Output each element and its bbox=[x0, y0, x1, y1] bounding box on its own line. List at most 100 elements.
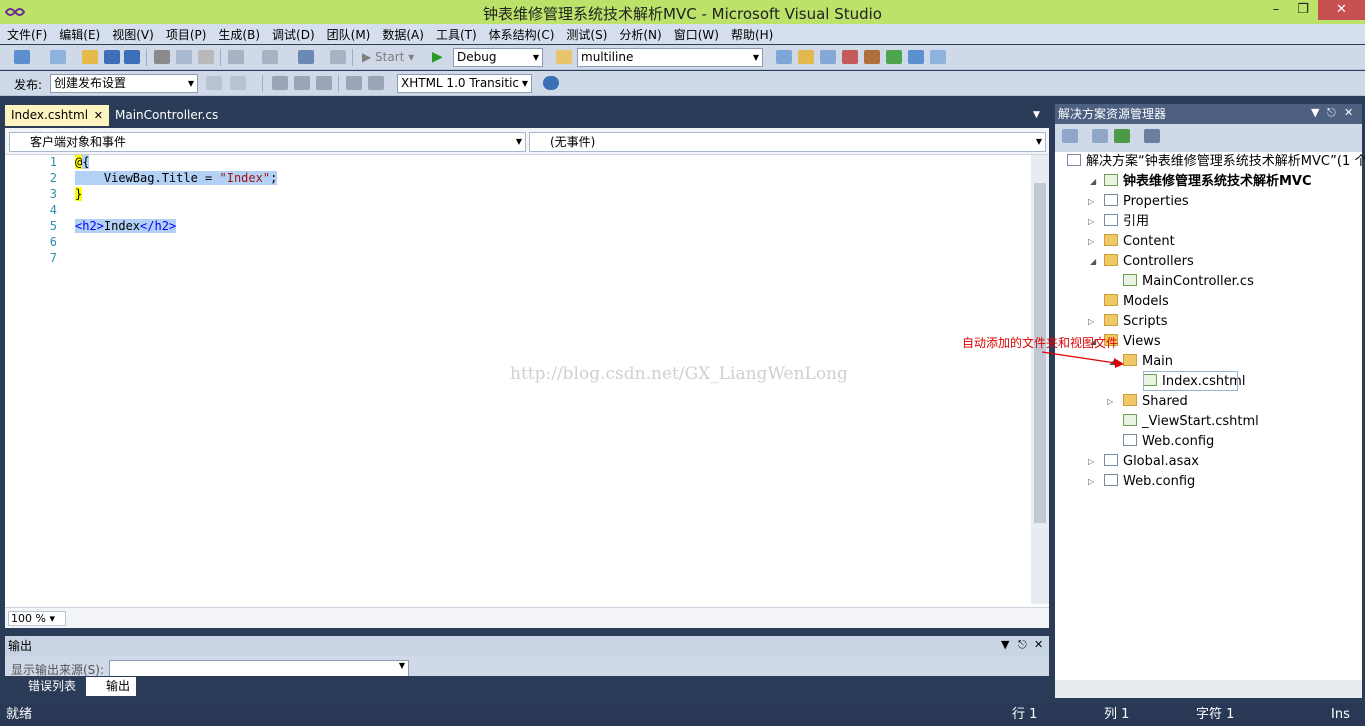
find-combo[interactable]: multiline ▼ bbox=[577, 48, 763, 67]
menu-build[interactable]: 生成(B) bbox=[218, 26, 260, 43]
folder-icon bbox=[1104, 234, 1118, 246]
pin-icon[interactable]: ⎋ bbox=[1327, 106, 1336, 120]
close-panel-icon[interactable]: ✕ bbox=[1344, 106, 1353, 119]
tree-solution[interactable]: 解决方案“钟表维修管理系统技术解析MVC”(1 个项目) bbox=[1067, 152, 1365, 172]
tab-output[interactable]: 输出 bbox=[86, 677, 137, 696]
events-select[interactable]: (无事件) ▼ bbox=[529, 132, 1046, 152]
output-source-select[interactable]: ▼ bbox=[109, 660, 409, 677]
menu-edit[interactable]: 编辑(E) bbox=[59, 26, 100, 43]
menu-debug[interactable]: 调试(D) bbox=[272, 26, 315, 43]
minimize-button[interactable]: – bbox=[1263, 0, 1289, 20]
tree-views-webconfig[interactable]: Web.config bbox=[1123, 432, 1214, 452]
save-icon[interactable] bbox=[104, 50, 120, 64]
run-icon[interactable]: ▶ bbox=[432, 49, 443, 65]
publish-profile-select[interactable]: 创建发布设置 ▼ bbox=[50, 74, 198, 93]
properties-icon[interactable] bbox=[1062, 129, 1078, 143]
new-project-icon[interactable] bbox=[14, 50, 30, 64]
redo-icon[interactable] bbox=[262, 50, 278, 64]
menu-file[interactable]: 文件(F) bbox=[7, 26, 47, 43]
toolbox-icon[interactable] bbox=[776, 50, 792, 64]
show-all-files-icon[interactable] bbox=[1092, 129, 1108, 143]
browser-check-icon[interactable] bbox=[543, 76, 559, 90]
paste-icon[interactable] bbox=[198, 50, 214, 64]
menu-view[interactable]: 视图(V) bbox=[112, 26, 154, 43]
tree-controllers[interactable]: ◢ Controllers bbox=[1090, 252, 1194, 272]
extensions-icon[interactable] bbox=[864, 50, 880, 64]
menu-analyze[interactable]: 分析(N) bbox=[619, 26, 661, 43]
object-browser-icon[interactable] bbox=[820, 50, 836, 64]
menu-team[interactable]: 团队(M) bbox=[327, 26, 371, 43]
tree-global-asax[interactable]: ▷ Global.asax bbox=[1088, 452, 1199, 472]
format-block-icon[interactable] bbox=[272, 76, 288, 90]
panel-menu-icon[interactable]: ▼ bbox=[1311, 106, 1319, 119]
menu-help[interactable]: 帮助(H) bbox=[731, 26, 773, 43]
expand-icon[interactable]: ▷ bbox=[1107, 392, 1113, 412]
expand-icon[interactable]: ▷ bbox=[1088, 472, 1094, 492]
pin-icon[interactable]: ⎋ bbox=[1018, 638, 1027, 652]
menu-project[interactable]: 项目(P) bbox=[166, 26, 207, 43]
tree-properties[interactable]: ▷ Properties bbox=[1088, 192, 1189, 212]
client-objects-select[interactable]: 客户端对象和事件 ▼ bbox=[9, 132, 526, 152]
collapse-icon[interactable]: ◢ bbox=[1090, 252, 1096, 272]
collapse-icon[interactable]: ◢ bbox=[1090, 172, 1096, 192]
solution-explorer-horizontal-scrollbar[interactable] bbox=[1055, 680, 1362, 698]
indent-icon[interactable] bbox=[316, 76, 332, 90]
zoom-select[interactable]: 100 % ▾ bbox=[8, 611, 66, 626]
expand-icon[interactable]: ▷ bbox=[1088, 452, 1094, 472]
navigate-back-icon[interactable] bbox=[298, 50, 314, 64]
menu-architecture[interactable]: 体系结构(C) bbox=[489, 26, 555, 43]
cut-icon[interactable] bbox=[154, 50, 170, 64]
expand-icon[interactable]: ▷ bbox=[1088, 232, 1094, 252]
tab-index-cshtml[interactable]: Index.cshtml ✕ bbox=[5, 105, 109, 126]
start-page-icon[interactable] bbox=[930, 50, 946, 64]
tree-scripts[interactable]: ▷ Scripts bbox=[1088, 312, 1167, 332]
tree-webconfig[interactable]: ▷ Web.config bbox=[1088, 472, 1195, 492]
menu-window[interactable]: 窗口(W) bbox=[674, 26, 719, 43]
menu-test[interactable]: 测试(S) bbox=[566, 26, 607, 43]
publish-icon[interactable] bbox=[206, 76, 222, 90]
outdent-icon[interactable] bbox=[294, 76, 310, 90]
find-in-files-icon[interactable] bbox=[556, 50, 572, 64]
tree-viewstart[interactable]: _ViewStart.cshtml bbox=[1123, 412, 1259, 432]
open-file-icon[interactable] bbox=[82, 50, 98, 64]
tree-references[interactable]: ▷ 引用 bbox=[1088, 212, 1149, 232]
undo-icon[interactable] bbox=[228, 50, 244, 64]
close-button[interactable]: ✕ bbox=[1318, 0, 1365, 20]
tree-maincontroller[interactable]: MainController.cs bbox=[1123, 272, 1254, 292]
navigate-forward-icon[interactable] bbox=[330, 50, 346, 64]
comment-icon[interactable] bbox=[346, 76, 362, 90]
start-debug-button[interactable]: ▶ Start ▾ bbox=[362, 50, 414, 64]
tab-dropdown-icon[interactable]: ▼ bbox=[1033, 110, 1040, 120]
properties-window-icon[interactable] bbox=[798, 50, 814, 64]
solution-configuration-select[interactable]: Debug ▼ bbox=[453, 48, 543, 67]
tab-maincontroller-cs[interactable]: MainController.cs bbox=[109, 105, 224, 126]
team-explorer-icon[interactable] bbox=[886, 50, 902, 64]
publish-settings-icon[interactable] bbox=[230, 76, 246, 90]
expand-icon[interactable]: ▷ bbox=[1088, 192, 1094, 212]
server-explorer-icon[interactable] bbox=[908, 50, 924, 64]
uncomment-icon[interactable] bbox=[368, 76, 384, 90]
menu-data[interactable]: 数据(A) bbox=[382, 26, 424, 43]
maximize-button[interactable]: ❐ bbox=[1290, 0, 1316, 20]
save-all-icon[interactable] bbox=[124, 50, 140, 64]
panel-menu-icon[interactable]: ▼ bbox=[1001, 638, 1009, 651]
tree-models[interactable]: Models bbox=[1104, 292, 1169, 312]
tab-error-list[interactable]: 错误列表 bbox=[8, 677, 82, 696]
project-label: 钟表维修管理系统技术解析MVC bbox=[1123, 174, 1312, 189]
copy-icon[interactable] bbox=[176, 50, 192, 64]
expand-icon[interactable]: ▷ bbox=[1088, 312, 1094, 332]
menu-tools[interactable]: 工具(T) bbox=[436, 26, 477, 43]
expand-icon[interactable]: ▷ bbox=[1088, 212, 1094, 232]
add-item-icon[interactable] bbox=[50, 50, 66, 64]
tree-project[interactable]: ◢ 钟表维修管理系统技术解析MVC bbox=[1090, 172, 1312, 192]
view-class-diagram-icon[interactable] bbox=[1144, 129, 1160, 143]
doctype-select[interactable]: XHTML 1.0 Transitic ▼ bbox=[397, 74, 532, 93]
tree-shared-folder[interactable]: ▷ Shared bbox=[1107, 392, 1188, 412]
tree-main-folder[interactable]: ◢ Main bbox=[1109, 352, 1173, 372]
tree-content[interactable]: ▷ Content bbox=[1088, 232, 1175, 252]
output-tab-label: 输出 bbox=[106, 679, 131, 693]
close-panel-icon[interactable]: ✕ bbox=[1034, 638, 1043, 651]
close-tab-icon[interactable]: ✕ bbox=[94, 105, 103, 126]
class-view-icon[interactable] bbox=[842, 50, 858, 64]
refresh-icon[interactable] bbox=[1114, 129, 1130, 143]
